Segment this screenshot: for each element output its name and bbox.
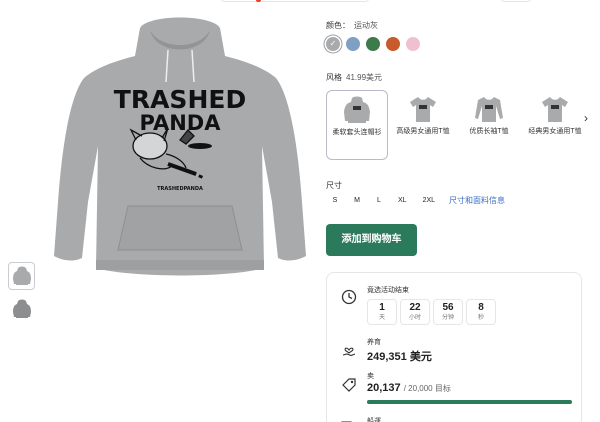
graphic-brand-text: TRASHEDPANDA: [157, 186, 203, 192]
thumbnail-list: [8, 262, 38, 328]
hoodie-icon: [344, 96, 370, 123]
swatch-pink[interactable]: [406, 37, 420, 51]
raised-label: 养育: [367, 339, 381, 346]
color-swatch-row: ✓: [326, 37, 420, 51]
raised-value: 249,351 美元: [367, 351, 432, 363]
countdown-unit: 小时: [408, 315, 421, 321]
style-label-row: 风格 41.99美元: [326, 72, 382, 83]
size-option-m[interactable]: M: [348, 193, 366, 208]
hoodie-thumb-icon: [12, 266, 31, 285]
swatch-orange[interactable]: [386, 37, 400, 51]
color-label-row: 颜色： 运动灰: [326, 20, 378, 31]
sold-value: 20,137: [367, 382, 401, 394]
style-option-label: 经典男女通用T恤: [528, 128, 582, 135]
style-price: 41.99美元: [346, 73, 383, 82]
size-label: 尺寸: [326, 181, 342, 190]
tshirt-icon: [542, 97, 568, 122]
countdown-value: 1: [379, 302, 385, 313]
tag-icon: [341, 377, 357, 393]
size-option-2xl[interactable]: 2XL: [417, 193, 441, 208]
sold-label: 卖: [367, 373, 374, 380]
sold-goal: / 20,000 目标: [403, 384, 451, 393]
style-option-classic-tee[interactable]: 经典男女通用T恤: [524, 90, 586, 160]
product-options-panel: 颜色： 运动灰 ✓ 风格 41.99美元 柔软套头连帽衫 高级男女通用T恤 优质…: [326, 0, 600, 422]
sold-count: 20,137 / 20,000 目标: [367, 382, 451, 394]
product-main-image: TRASHED PANDA TRASHEDPANDA: [40, 6, 320, 286]
style-options: 柔软套头连帽衫 高级男女通用T恤 优质长袖T恤 经典男女通用T恤: [326, 90, 586, 160]
style-option-label: 优质长袖T恤: [469, 128, 509, 135]
countdown-value: 56: [442, 302, 454, 313]
style-option-hoodie[interactable]: 柔软套头连帽衫: [326, 90, 388, 160]
graphic-text-line1: TRASHED: [114, 85, 246, 114]
color-label: 颜色：: [326, 21, 350, 30]
swatch-blue[interactable]: [346, 37, 360, 51]
check-icon: ✓: [329, 39, 337, 48]
countdown-minutes: 56 分钟: [433, 299, 463, 325]
countdown-unit: 秒: [477, 315, 484, 321]
sold-progress-fill: [367, 400, 572, 404]
thumbnail-1[interactable]: [8, 262, 35, 290]
countdown-seconds: 8秒: [466, 299, 496, 325]
style-option-label: 柔软套头连帽衫: [332, 129, 382, 136]
countdown-timer: 1天 22 小时 56 分钟 8秒: [367, 299, 496, 325]
hand-heart-icon: [341, 343, 357, 359]
chevron-right-icon[interactable]: ›: [578, 110, 594, 126]
swatch-green[interactable]: [366, 37, 380, 51]
size-option-s[interactable]: S: [326, 193, 344, 208]
style-option-label: 高级男女通用T恤: [396, 128, 450, 135]
campaign-ends-label: 竟选活动结束: [367, 287, 409, 294]
clock-icon: [341, 289, 357, 305]
longsleeve-icon: [475, 97, 503, 122]
size-option-l[interactable]: L: [370, 193, 388, 208]
countdown-unit: 分钟: [441, 315, 454, 321]
tshirt-icon: [410, 97, 436, 122]
countdown-value: 8: [478, 302, 484, 313]
truck-icon: [341, 417, 357, 422]
add-to-cart-button[interactable]: 添加到购物车: [326, 224, 417, 256]
style-label: 风格: [326, 73, 342, 82]
countdown-hours: 22 小时: [400, 299, 430, 325]
swatch-sport-grey[interactable]: ✓: [326, 37, 340, 51]
countdown-days: 1天: [367, 299, 397, 325]
size-options: S M L XL 2XL 尺寸和面料信息: [326, 193, 505, 208]
size-option-xl[interactable]: XL: [392, 193, 413, 208]
color-selected-value: 运动灰: [354, 21, 378, 30]
countdown-value: 22: [409, 302, 421, 313]
style-option-premium-tee[interactable]: 高级男女通用T恤: [392, 90, 454, 160]
size-guide-link[interactable]: 尺寸和面料信息: [449, 195, 505, 206]
graphic-text-line2: PANDA: [140, 111, 222, 135]
shipping-label: 船運: [367, 418, 381, 422]
style-option-long-sleeve[interactable]: 优质长袖T恤: [458, 90, 520, 160]
sold-progress-bar: [367, 400, 572, 404]
campaign-card: 竟选活动结束 1天 22 小时 56 分钟 8秒 养育 249,351 美元 卖 2…: [326, 272, 582, 422]
hoodie-thumb-icon: [12, 299, 31, 318]
countdown-unit: 天: [378, 315, 385, 321]
thumbnail-2[interactable]: [8, 295, 35, 323]
